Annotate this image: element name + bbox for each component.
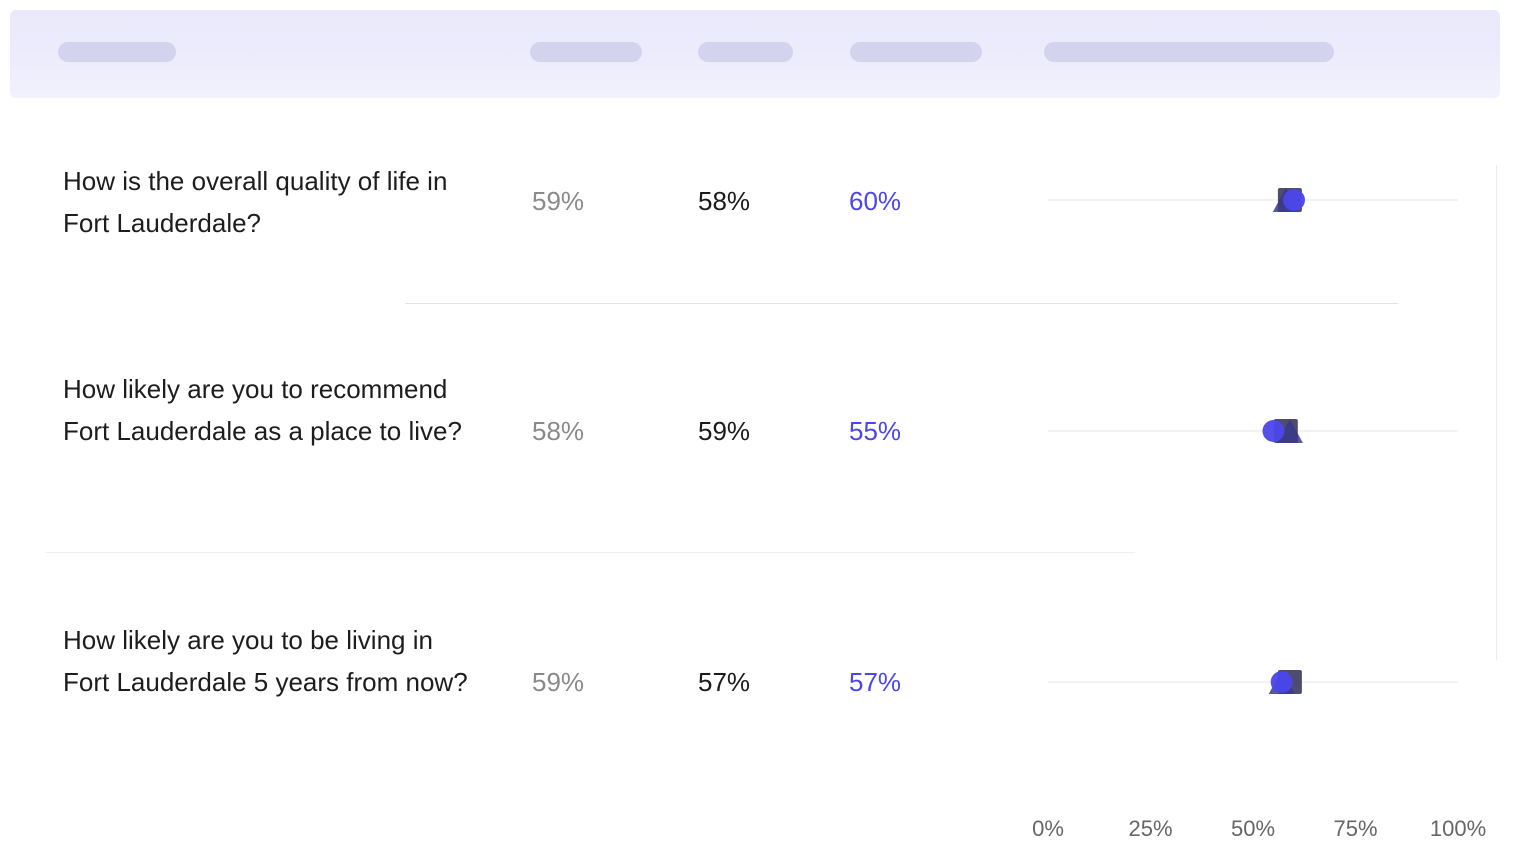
x-tick-label: 25% <box>1128 816 1173 841</box>
dot-plot <box>1048 188 1458 694</box>
x-tick-label: 100% <box>1429 816 1487 841</box>
data-point <box>1270 671 1293 693</box>
x-tick-label: 0% <box>1032 816 1064 841</box>
x-tick-label: 50% <box>1230 816 1276 841</box>
data-point <box>1283 189 1305 211</box>
data-point <box>1262 420 1285 442</box>
x-tick-label: 75% <box>1333 816 1378 841</box>
